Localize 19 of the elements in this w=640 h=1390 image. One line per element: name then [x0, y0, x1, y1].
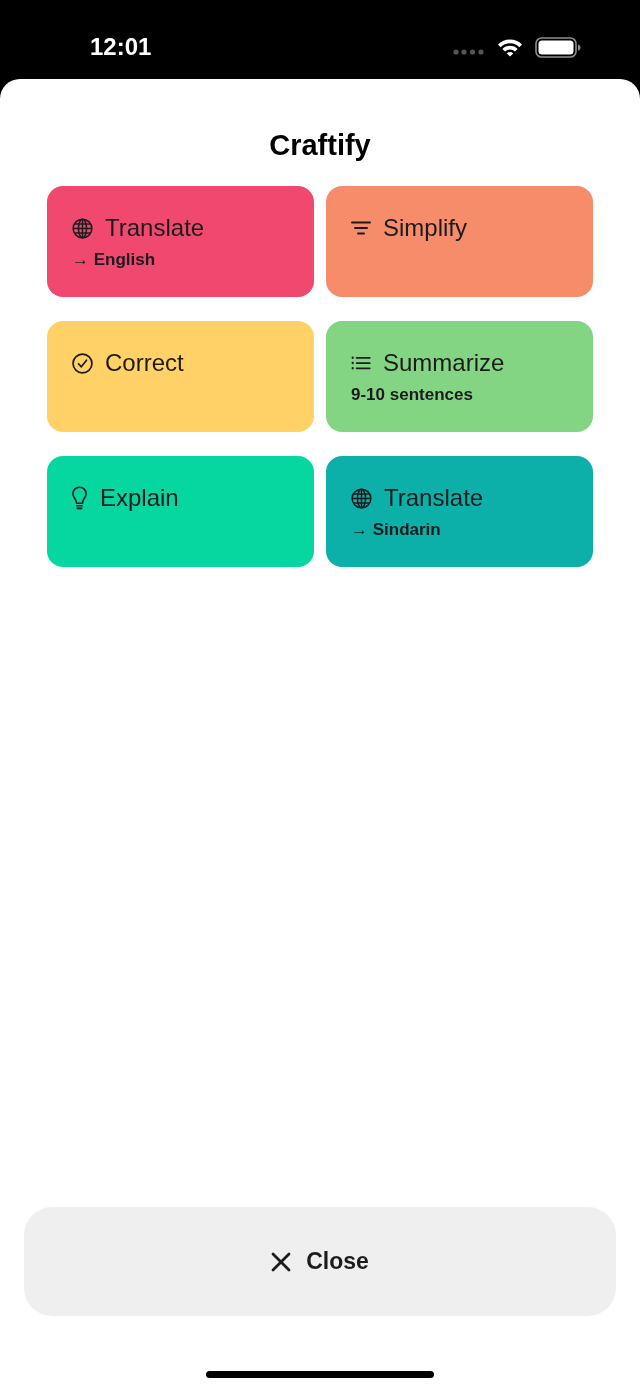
status-time: 12:01: [90, 33, 152, 61]
signal-icon: [453, 49, 484, 55]
wifi-icon: [497, 37, 523, 57]
action-card[interactable]: Simplify: [326, 186, 593, 297]
list-icon: [351, 356, 371, 370]
lines-icon: [351, 221, 371, 235]
action-card[interactable]: Summarize 9-10 sentences: [326, 321, 593, 432]
action-card[interactable]: Explain: [47, 456, 314, 567]
action-card[interactable]: Translate → English: [47, 186, 314, 297]
globe-icon: [351, 487, 372, 509]
action-card[interactable]: Correct: [47, 321, 314, 432]
globe-icon: [72, 217, 93, 239]
lightbulb-icon: [72, 485, 87, 511]
close-icon: [271, 1251, 292, 1272]
close-button[interactable]: Close: [24, 1207, 616, 1316]
action-card[interactable]: Translate → Sindarin: [326, 456, 593, 567]
battery-icon: [535, 36, 581, 58]
sheet-title: Craftify: [269, 128, 371, 163]
checkmark-circle-icon: [72, 352, 93, 374]
